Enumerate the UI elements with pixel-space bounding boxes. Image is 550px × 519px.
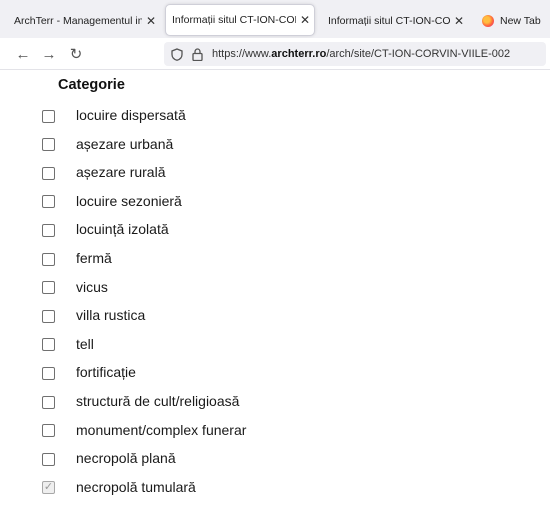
category-label: necropolă plană xyxy=(76,450,176,467)
tab-site-002[interactable]: Informații situl CT-ION-CORVIN-VIILE-002… xyxy=(165,4,315,36)
tab-label: Informații situl CT-ION-CORVIN-VIILE-001 xyxy=(328,15,450,27)
tab-label: ArchTerr - Managementul integrat xyxy=(14,15,142,27)
category-label: vicus xyxy=(76,278,108,295)
checkbox[interactable] xyxy=(42,338,55,352)
category-label: locuință izolată xyxy=(76,221,169,238)
close-icon[interactable]: ✕ xyxy=(146,14,156,28)
checkbox[interactable] xyxy=(42,223,55,237)
category-item[interactable]: tell xyxy=(42,335,94,355)
category-label: necropolă tumulară xyxy=(76,478,196,495)
category-item[interactable]: așezare rurală xyxy=(42,163,166,183)
category-label: fortificație xyxy=(76,364,136,381)
checkbox[interactable] xyxy=(42,195,55,209)
checkbox[interactable] xyxy=(42,366,55,380)
category-item[interactable]: villa rustica xyxy=(42,306,145,326)
url-domain: archterr.ro xyxy=(271,48,327,60)
url-prefix: https://www. xyxy=(212,48,272,60)
category-label: locuire dispersată xyxy=(76,107,186,123)
checkbox[interactable] xyxy=(42,452,55,466)
category-item[interactable]: locuire sezonieră xyxy=(42,192,182,212)
url-text[interactable]: https://www.archterr.ro/arch/site/CT-ION… xyxy=(212,48,510,60)
checkbox[interactable] xyxy=(42,109,55,123)
page-content: Categorie locuire dispersată așezare urba… xyxy=(0,70,550,519)
address-bar[interactable]: https://www.archterr.ro/arch/site/CT-ION… xyxy=(164,42,546,66)
category-label: monument/complex funerar xyxy=(76,421,247,438)
tab-strip: ArchTerr - Managementul integrat ✕ Infor… xyxy=(0,0,550,38)
tab-archterr[interactable]: ArchTerr - Managementul integrat ✕ xyxy=(8,6,160,36)
checkbox[interactable] xyxy=(42,138,55,152)
close-icon[interactable]: ✕ xyxy=(300,13,310,27)
category-label: așezare urbană xyxy=(76,135,174,152)
navigation-bar: ← → ↻ https://www.archterr.ro/arch/site/… xyxy=(0,38,550,70)
category-label: fermă xyxy=(76,250,112,266)
checkbox[interactable] xyxy=(42,395,55,409)
tab-site-001[interactable]: Informații situl CT-ION-CORVIN-VIILE-001… xyxy=(322,6,470,36)
category-item[interactable]: locuire dispersată xyxy=(42,106,186,126)
checkbox[interactable] xyxy=(42,424,55,438)
checkbox-checked[interactable]: ✓ xyxy=(42,481,55,495)
category-item[interactable]: necropolă plană xyxy=(42,449,176,469)
checkbox[interactable] xyxy=(42,281,55,295)
category-label: așezare rurală xyxy=(76,164,166,181)
category-item[interactable]: ✓ necropolă tumulară xyxy=(42,478,196,498)
tab-label: New Tab xyxy=(500,15,541,27)
lock-icon[interactable] xyxy=(190,47,204,61)
close-icon[interactable]: ✕ xyxy=(454,14,464,28)
category-label: villa rustica xyxy=(76,307,146,324)
tab-label: Informații situl CT-ION-CORVIN-VIILE-002 xyxy=(172,14,296,26)
checkbox[interactable] xyxy=(42,252,55,266)
tab-new-tab[interactable]: New Tab xyxy=(476,6,546,36)
forward-arrow-icon[interactable]: → xyxy=(39,44,59,64)
url-path: /arch/site/CT-ION-CORVIN-VIILE-002 xyxy=(326,48,511,60)
checkbox[interactable] xyxy=(42,309,55,323)
category-label: tell xyxy=(76,335,94,352)
category-item[interactable]: fortificație xyxy=(42,363,136,383)
reload-icon[interactable]: ↻ xyxy=(66,44,86,64)
back-arrow-icon[interactable]: ← xyxy=(13,44,33,64)
category-label: structură de cult/religioasă xyxy=(76,393,240,409)
category-item[interactable]: fermă xyxy=(42,249,112,269)
category-item[interactable]: structură de cult/religioasă xyxy=(42,392,239,412)
shield-icon[interactable] xyxy=(170,47,184,61)
firefox-icon xyxy=(482,15,494,27)
category-item[interactable]: locuință izolată xyxy=(42,220,169,240)
category-label: locuire sezonieră xyxy=(76,192,182,209)
category-item[interactable]: monument/complex funerar xyxy=(42,421,246,441)
section-title: Categorie xyxy=(58,77,125,93)
checkbox[interactable] xyxy=(42,166,55,180)
category-item[interactable]: așezare urbană xyxy=(42,135,173,155)
category-item[interactable]: vicus xyxy=(42,278,108,298)
